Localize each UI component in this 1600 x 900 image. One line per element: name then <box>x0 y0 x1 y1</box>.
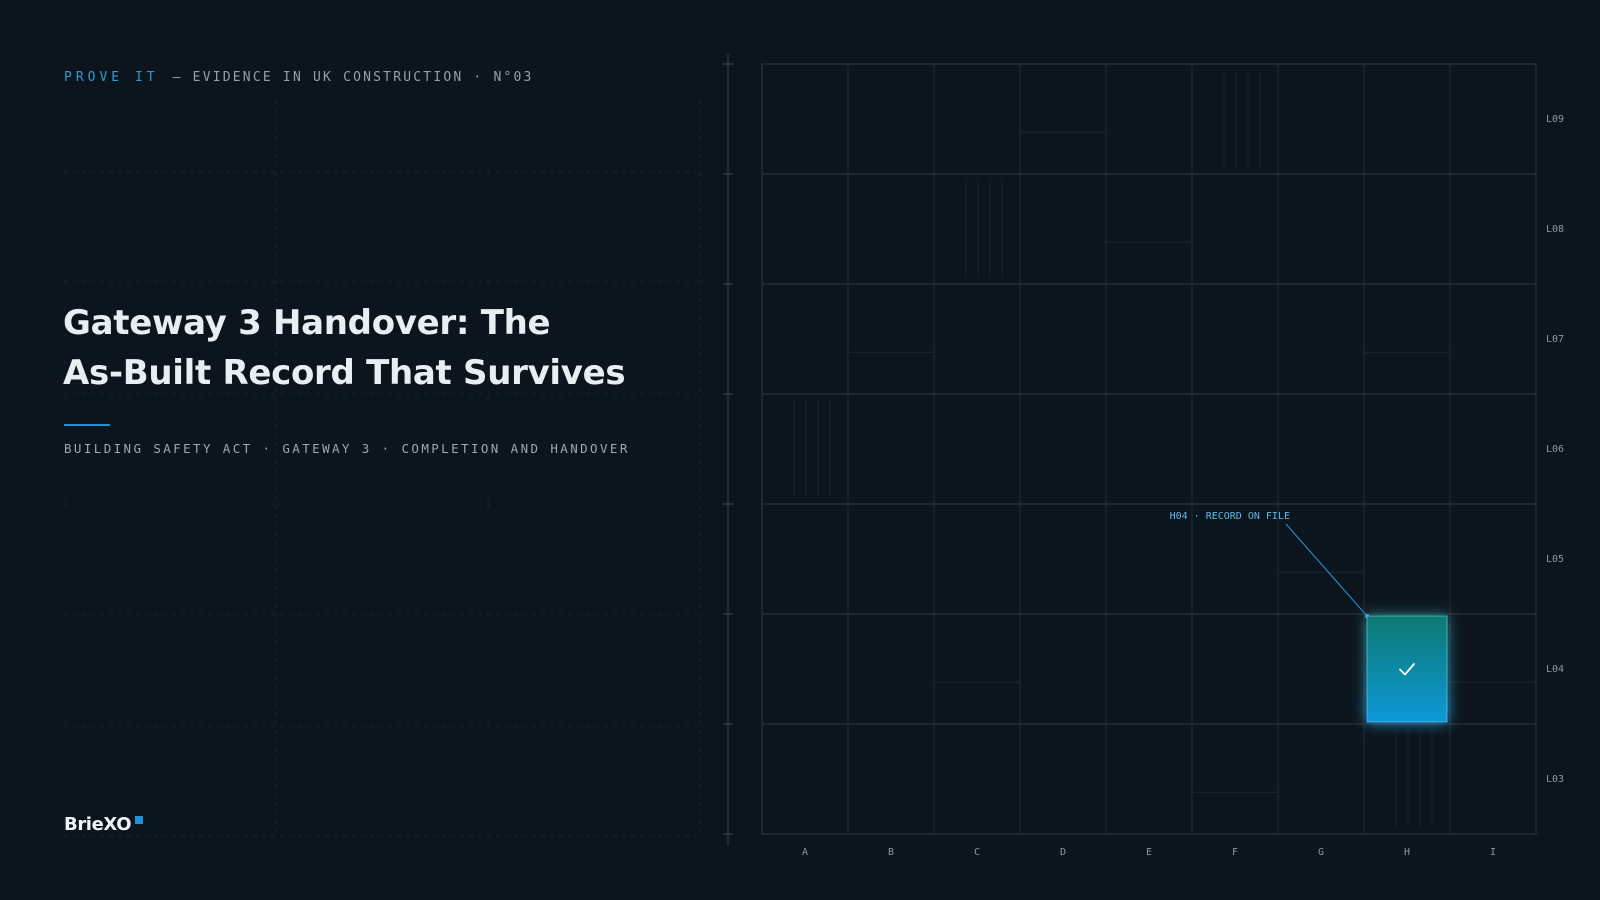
column-label-g: G <box>1318 847 1324 858</box>
level-label-l04: L04 <box>1546 664 1564 675</box>
callout-label: H04 · RECORD ON FILE <box>1170 511 1290 522</box>
vertical-ruler <box>723 54 733 846</box>
level-label-l06: L06 <box>1546 444 1564 455</box>
level-label-l09: L09 <box>1546 114 1564 125</box>
column-label-a: A <box>802 847 808 858</box>
column-label-e: E <box>1146 847 1152 858</box>
column-label-f: F <box>1232 847 1238 858</box>
column-label-b: B <box>888 847 894 858</box>
column-label-d: D <box>1060 847 1066 858</box>
level-label-l03: L03 <box>1546 774 1564 785</box>
level-label-l05: L05 <box>1546 554 1564 565</box>
column-label-i: I <box>1490 847 1496 858</box>
highlighted-cell-h04[interactable] <box>1366 615 1448 723</box>
floor-grid-diagram: A B C D E F G H I L09 L08 L07 L06 L05 L04 L03 H04 · RE… <box>723 54 1564 858</box>
level-label-l08: L08 <box>1546 224 1564 235</box>
column-label-c: C <box>974 847 980 858</box>
column-label-h: H <box>1404 847 1410 858</box>
level-label-l07: L07 <box>1546 334 1564 345</box>
highlight-layer: H04 · RECORD ON FILE <box>1170 511 1448 723</box>
level-labels: L09 L08 L07 L06 L05 L04 L03 <box>1546 114 1564 785</box>
callout-leader-line <box>1285 523 1368 617</box>
column-labels: A B C D E F G H I <box>802 847 1496 858</box>
